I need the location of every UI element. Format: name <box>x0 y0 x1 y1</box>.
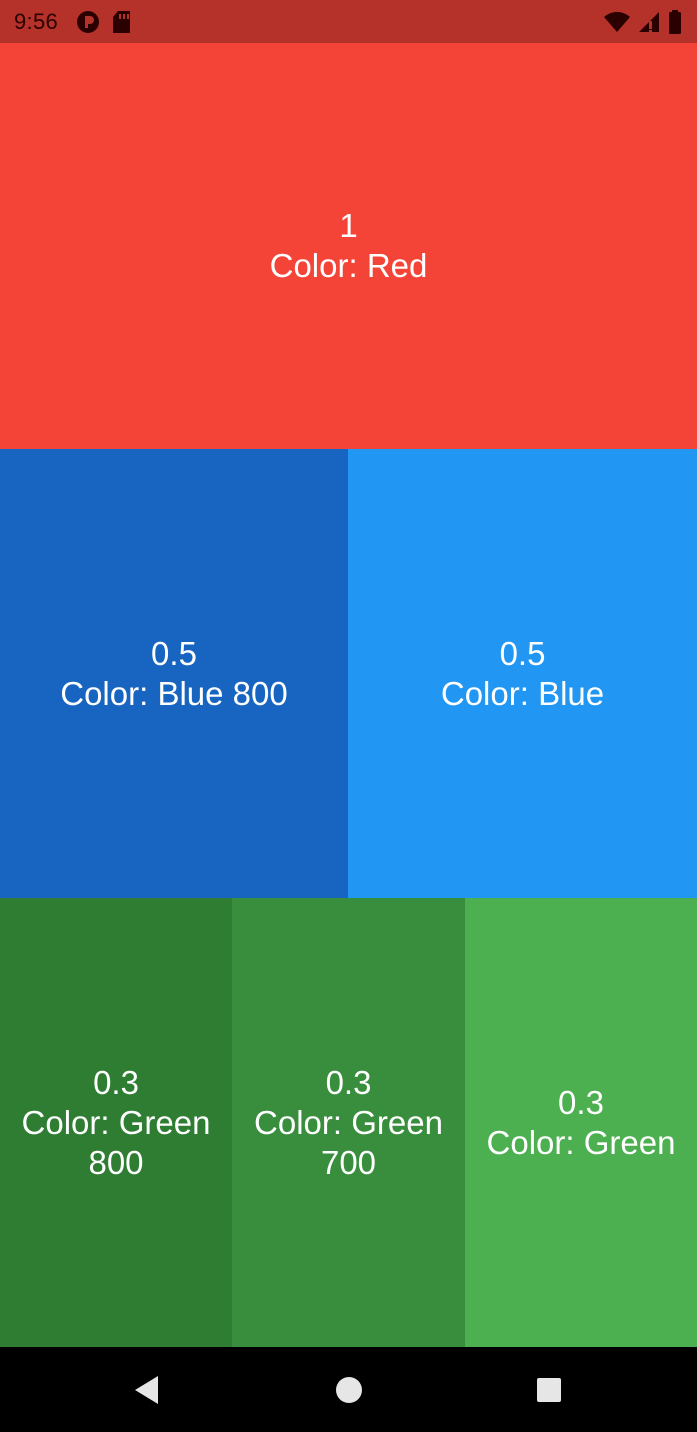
tile-red: 1 Color: Red <box>0 43 697 449</box>
tile-blue-800: 0.5 Color: Blue 800 <box>0 449 348 898</box>
color-grid: 1 Color: Red 0.5 Color: Blue 800 0.5 Col… <box>0 43 697 1347</box>
tile-green: 0.3 Color: Green <box>465 898 697 1347</box>
back-icon <box>135 1376 158 1404</box>
recents-button[interactable] <box>531 1372 567 1408</box>
navigation-bar <box>0 1347 697 1432</box>
status-bar: 9:56 <box>0 0 697 43</box>
tile-color-label: Color: Red <box>269 247 428 284</box>
tile-color-label: Color: Green 700 <box>254 1103 443 1181</box>
battery-icon <box>667 9 683 35</box>
tile-value: 0.5 <box>499 634 546 672</box>
tile-value: 0.3 <box>558 1083 604 1121</box>
recents-icon <box>537 1378 561 1402</box>
tile-green-800: 0.3 Color: Green 800 <box>0 898 232 1347</box>
tile-color-label: Color: Blue 800 <box>60 674 288 712</box>
status-time: 9:56 <box>14 8 59 34</box>
tile-value: 0.3 <box>325 1063 372 1101</box>
wifi-icon <box>603 10 631 34</box>
screen: 9:56 1 Color: Red 0.5 Color: Blue 800 0.… <box>0 0 697 1432</box>
back-button[interactable] <box>128 1372 164 1408</box>
tile-color-label: Color: Blue <box>440 674 605 712</box>
sd-card-icon <box>112 10 132 34</box>
home-button[interactable] <box>331 1372 367 1408</box>
signal-icon <box>637 10 661 34</box>
tile-blue: 0.5 Color: Blue <box>348 449 697 898</box>
tile-color-label: Color: Green 800 <box>21 1103 211 1181</box>
tile-value: 0.5 <box>151 634 197 672</box>
home-icon <box>336 1377 362 1403</box>
tile-green-700: 0.3 Color: Green 700 <box>232 898 465 1347</box>
tile-value: 0.3 <box>93 1063 139 1101</box>
vpn-icon <box>76 10 100 34</box>
tile-color-label: Color: Green <box>486 1123 676 1161</box>
tile-value: 1 <box>339 207 358 244</box>
